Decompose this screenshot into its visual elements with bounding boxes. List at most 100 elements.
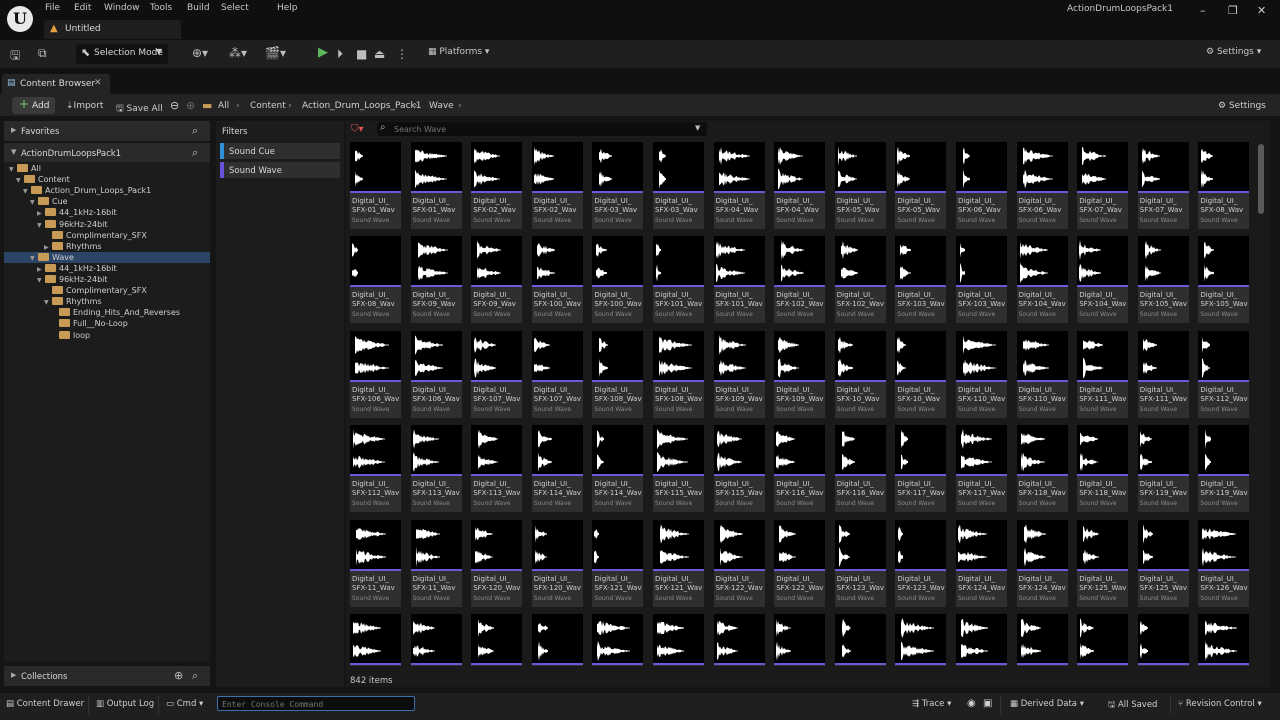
close-window-icon[interactable]: ✕: [1257, 4, 1266, 17]
camera-icon[interactable]: ▣: [983, 698, 992, 709]
asset-tile[interactable]: Digital_UI_ SFX-100_Wav Sound Wave: [592, 236, 644, 324]
asset-tile[interactable]: Digital_UI_ SFX-100_Wav Sound Wave: [531, 236, 583, 324]
asset-tile[interactable]: Digital_UI_ SFX-124_Wav Sound Wave: [1016, 519, 1068, 607]
tree-node[interactable]: ▼ 96kHz-24bit: [37, 219, 108, 231]
asset-tile[interactable]: Digital_UI_ SFX-01_Wav Sound Wave: [350, 142, 401, 229]
back-icon[interactable]: ⊖: [170, 99, 179, 112]
add-collection-icon[interactable]: ⊕: [174, 669, 183, 682]
tree-expander-icon[interactable]: ▼: [30, 255, 38, 262]
asset-tile[interactable]: Digital_UI_ SFX-08_Wav Sound Wave: [1198, 142, 1250, 229]
stop-icon[interactable]: ■: [356, 47, 367, 61]
tree-node[interactable]: ▶ Rhythms: [44, 241, 102, 253]
search-box[interactable]: ⌕ ▼: [377, 122, 707, 136]
add-button[interactable]: + Add: [12, 97, 55, 114]
asset-tile[interactable]: Digital_UI_ SFX-06_Wav Sound Wave: [1016, 142, 1068, 229]
asset-tile[interactable]: Digital_UI_ SFX-05_Wav Sound Wave: [895, 142, 947, 229]
asset-tile[interactable]: Digital_UI_ SFX-111_Wav Sound Wave: [1077, 330, 1129, 418]
menu-file[interactable]: File: [45, 3, 60, 13]
asset-tile[interactable]: [653, 614, 704, 666]
tree-expander-icon[interactable]: ▶: [44, 244, 52, 251]
asset-tile[interactable]: Digital_UI_ SFX-108_Wav Sound Wave: [653, 330, 704, 418]
add-actor-icon[interactable]: ⊕▾: [192, 46, 208, 60]
breadcrumb-all[interactable]: All: [218, 101, 229, 111]
asset-tile[interactable]: Digital_UI_ SFX-11_Wav Sound Wave: [350, 519, 401, 607]
asset-tile[interactable]: Digital_UI_ SFX-104_Wav Sound Wave: [1016, 236, 1068, 324]
asset-tile[interactable]: [1016, 614, 1068, 666]
tree-node[interactable]: ▶ 44_1kHz-16bit: [37, 208, 117, 219]
asset-tile[interactable]: Digital_UI_ SFX-103_Wav Sound Wave: [956, 236, 1007, 324]
asset-tile[interactable]: Digital_UI_ SFX-104_Wav Sound Wave: [1077, 236, 1129, 324]
breadcrumb-pack[interactable]: Action_Drum_Loops_Pack1: [302, 101, 421, 111]
asset-tile[interactable]: Digital_UI_ SFX-111_Wav Sound Wave: [1137, 330, 1189, 418]
asset-tile[interactable]: Digital_UI_ SFX-117_Wav Sound Wave: [895, 425, 947, 513]
filter-sound-wave[interactable]: Sound Wave: [220, 162, 340, 178]
asset-tile[interactable]: Digital_UI_ SFX-04_Wav Sound Wave: [713, 142, 765, 229]
derived-data-dropdown[interactable]: ▦ Derived Data ▾: [1010, 699, 1084, 709]
asset-tile[interactable]: Digital_UI_ SFX-108_Wav Sound Wave: [592, 330, 644, 418]
minimize-icon[interactable]: –: [1200, 4, 1206, 17]
asset-tile[interactable]: Digital_UI_ SFX-119_Wav Sound Wave: [1137, 425, 1189, 513]
asset-tile[interactable]: Digital_UI_ SFX-116_Wav Sound Wave: [774, 425, 826, 513]
output-log-button[interactable]: ▥ Output Log: [96, 699, 154, 709]
trace-dropdown[interactable]: ⇶ Trace ▾: [912, 699, 951, 709]
asset-tile[interactable]: [956, 614, 1007, 666]
asset-tile[interactable]: [410, 614, 462, 666]
filter-sound-cue[interactable]: Sound Cue: [220, 143, 340, 159]
asset-tile[interactable]: Digital_UI_ SFX-115_Wav Sound Wave: [653, 425, 704, 513]
project-header[interactable]: ▼ ActionDrumLoopsPack1 ⌕: [4, 143, 210, 162]
asset-tile[interactable]: Digital_UI_ SFX-105_Wav Sound Wave: [1198, 236, 1250, 324]
blueprint-icon[interactable]: ⁂▾: [229, 46, 247, 60]
tree-expander-icon[interactable]: ▼: [16, 177, 24, 184]
tree-node[interactable]: ▼ 96kHz-24bit: [37, 275, 108, 286]
maximize-icon[interactable]: ❐: [1228, 4, 1238, 17]
asset-tile[interactable]: Digital_UI_ SFX-04_Wav Sound Wave: [774, 142, 826, 229]
asset-tile[interactable]: Digital_UI_ SFX-115_Wav Sound Wave: [713, 425, 765, 513]
asset-tile[interactable]: Digital_UI_ SFX-122_Wav Sound Wave: [774, 519, 826, 607]
asset-tile[interactable]: Digital_UI_ SFX-121_Wav Sound Wave: [592, 519, 644, 607]
asset-tile[interactable]: Digital_UI_ SFX-126_Wav Sound Wave: [1198, 519, 1250, 607]
asset-tile[interactable]: Digital_UI_ SFX-10_Wav Sound Wave: [834, 330, 886, 418]
asset-tile[interactable]: Digital_UI_ SFX-122_Wav Sound Wave: [713, 519, 765, 607]
asset-tile[interactable]: Digital_UI_ SFX-11_Wav Sound Wave: [410, 519, 462, 607]
record-icon[interactable]: ◉: [967, 698, 976, 709]
asset-tile[interactable]: [774, 614, 826, 666]
tree-node[interactable]: Complimentary_SFX: [44, 286, 147, 297]
asset-tile[interactable]: Digital_UI_ SFX-105_Wav Sound Wave: [1137, 236, 1189, 324]
tree-expander-icon[interactable]: ▼: [37, 222, 45, 229]
content-icon[interactable]: ⧉: [38, 46, 47, 61]
tree-node[interactable]: Full__No-Loop: [51, 319, 128, 330]
close-tab-icon[interactable]: ✕: [94, 78, 102, 88]
asset-tile[interactable]: Digital_UI_ SFX-07_Wav Sound Wave: [1137, 142, 1189, 229]
all-saved-button[interactable]: 🖫 All Saved: [1108, 699, 1157, 713]
asset-tile[interactable]: Digital_UI_ SFX-106_Wav Sound Wave: [410, 330, 462, 418]
asset-tile[interactable]: Digital_UI_ SFX-09_Wav Sound Wave: [471, 236, 523, 324]
import-button[interactable]: ⇣Import: [66, 101, 103, 111]
asset-tile[interactable]: Digital_UI_ SFX-121_Wav Sound Wave: [653, 519, 704, 607]
asset-tile[interactable]: [1137, 614, 1189, 666]
asset-tile[interactable]: Digital_UI_ SFX-123_Wav Sound Wave: [834, 519, 886, 607]
asset-tile[interactable]: [834, 614, 886, 666]
asset-tile[interactable]: Digital_UI_ SFX-123_Wav Sound Wave: [895, 519, 947, 607]
toolbar-settings-button[interactable]: ⚙ Settings ▾: [1206, 47, 1261, 57]
save-icon[interactable]: 🖫: [10, 46, 20, 67]
console-box[interactable]: [217, 696, 415, 711]
asset-tile[interactable]: Digital_UI_ SFX-03_Wav Sound Wave: [653, 142, 704, 229]
document-tab[interactable]: ▲ Untitled: [44, 20, 181, 39]
asset-tile[interactable]: Digital_UI_ SFX-116_Wav Sound Wave: [834, 425, 886, 513]
asset-tile[interactable]: [895, 614, 947, 666]
tree-expander-icon[interactable]: ▼: [37, 277, 45, 284]
menu-build[interactable]: Build: [187, 3, 210, 13]
breadcrumb-content[interactable]: Content: [250, 101, 286, 111]
tree-node[interactable]: Ending_Hits_And_Reverses: [51, 308, 180, 319]
asset-tile[interactable]: Digital_UI_ SFX-125_Wav Sound Wave: [1137, 519, 1189, 607]
tree-expander-icon[interactable]: ▼: [30, 199, 38, 206]
revision-control-dropdown[interactable]: ⑂ Revision Control ▾: [1178, 699, 1262, 709]
tree-expander-icon[interactable]: ▼: [23, 188, 31, 195]
asset-tile[interactable]: Digital_UI_ SFX-114_Wav Sound Wave: [592, 425, 644, 513]
asset-tile[interactable]: Digital_UI_ SFX-102_Wav Sound Wave: [774, 236, 826, 324]
breadcrumb-wave[interactable]: Wave: [429, 101, 454, 111]
save-all-button[interactable]: 🖫 Save All: [116, 101, 163, 117]
selection-mode-dropdown[interactable]: ⬉ Selection Mode ▼: [76, 44, 168, 64]
platforms-dropdown[interactable]: ▦ Platforms ▾: [428, 47, 489, 57]
asset-tile[interactable]: [592, 614, 644, 666]
